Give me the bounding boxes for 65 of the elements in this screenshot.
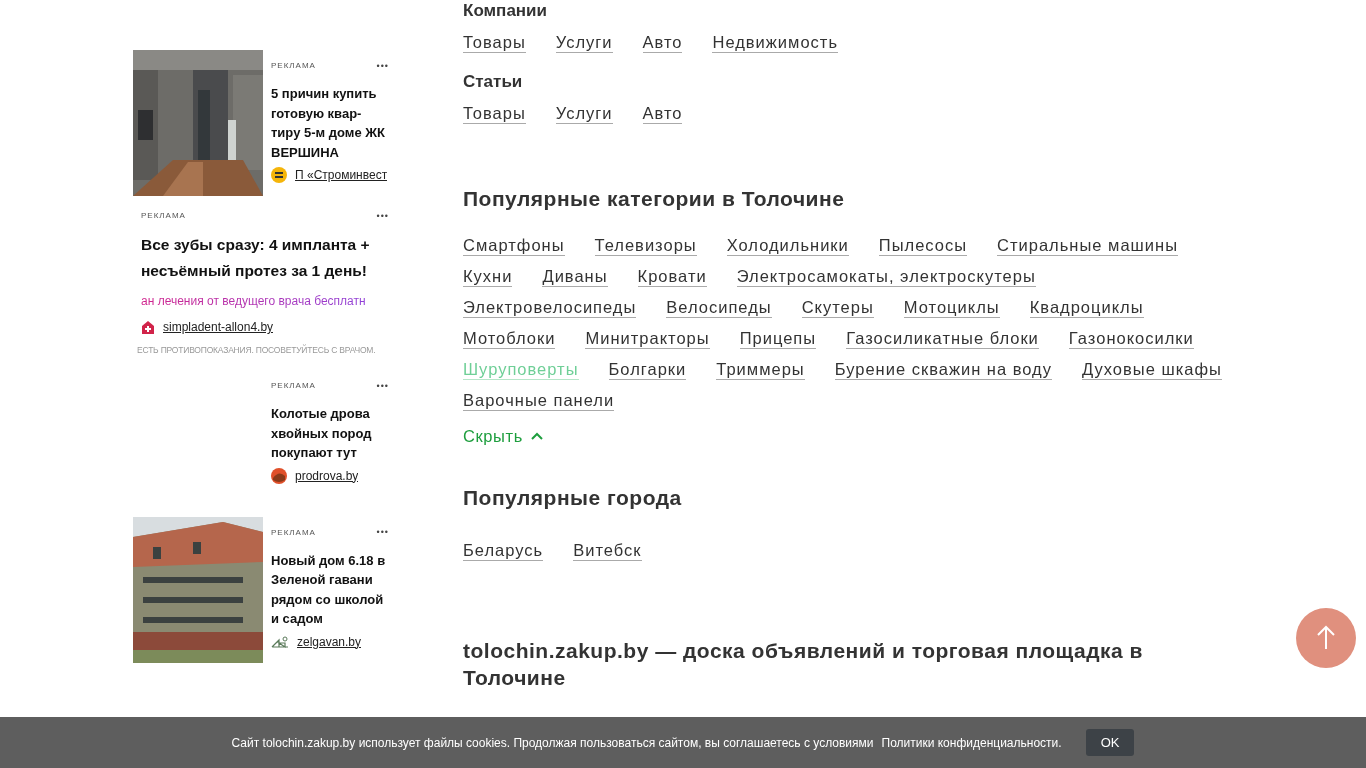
category-link[interactable]: Бурение скважин на воду — [834, 359, 1052, 381]
more-button[interactable]: ••• — [376, 211, 389, 221]
ad-title[interactable]: Новый дом 6.18 в Зеленой гавани рядом со школой и садом — [271, 550, 389, 629]
category-link[interactable]: Мотоциклы — [903, 297, 1000, 319]
category-link[interactable]: Авто — [642, 103, 683, 124]
category-link[interactable]: Кровати — [637, 266, 707, 288]
category-link[interactable]: Стиральные машины — [997, 235, 1178, 257]
category-link[interactable]: Смартфоны — [463, 235, 565, 257]
more-button[interactable]: ••• — [376, 528, 389, 537]
category-link[interactable]: Холодильники — [726, 235, 849, 257]
category-link[interactable]: Скутеры — [801, 297, 874, 319]
ad-source[interactable]: simpladent-allon4.by — [163, 318, 274, 336]
privacy-link[interactable]: Политики конфиденциальности. — [881, 733, 1062, 752]
city-link[interactable]: Беларусь — [463, 540, 544, 562]
category-link[interactable]: Духовые шкафы — [1082, 359, 1222, 381]
more-button[interactable]: ••• — [376, 61, 389, 71]
ad-source[interactable]: prodrova.by — [295, 466, 359, 485]
ad-label: РЕКЛАМА — [271, 60, 316, 72]
section-heading: Популярные города — [463, 485, 683, 511]
house-icon — [141, 319, 155, 335]
more-button[interactable]: ••• — [376, 381, 389, 391]
category-link[interactable]: Телевизоры — [594, 235, 697, 257]
section-heading: tolochin.zakup.by — доска объявлений и торговая площадка в Толочине — [463, 638, 1144, 692]
disclaimer: ЕСТЬ ПРОТИВОПОКАЗАНИЯ. ПОСОВЕТУЙТЕСЬ С ВРАЧОМ. — [137, 344, 376, 356]
category-link[interactable]: Товары — [463, 103, 526, 124]
section-heading: Популярные категории в Толочине — [463, 186, 846, 212]
category-link[interactable]: Услуги — [555, 32, 613, 53]
category-link[interactable]: Минитракторы — [585, 328, 710, 350]
chevron-icon — [530, 432, 543, 442]
category-link[interactable]: Товары — [463, 32, 526, 53]
ad-title[interactable]: 5 причин купить готовую квар-тиру 5-м доме ЖК ВЕРШИНА — [271, 84, 389, 162]
category-link[interactable]: Электросамокаты, электроскутеры — [736, 266, 1036, 288]
building-icon — [271, 634, 289, 649]
category-link[interactable]: Прицепы — [739, 328, 817, 350]
arrow-up-icon — [1316, 625, 1336, 651]
category-link[interactable]: Авто — [642, 32, 683, 53]
section-heading: Статьи — [463, 71, 524, 93]
category-link[interactable]: Диваны — [542, 266, 608, 288]
ad-title[interactable]: Колотые дрова хвойных пород покупают тут — [271, 404, 389, 463]
ad-source[interactable]: П «Строминвест — [295, 166, 388, 184]
ad-source[interactable]: zelgavan.by — [297, 632, 362, 651]
section-heading: Компании — [463, 0, 548, 22]
category-link[interactable]: Газосиликатные блоки — [846, 328, 1039, 350]
ok-button[interactable]: OK — [1085, 728, 1135, 757]
category-link[interactable]: Газонокосилки — [1068, 328, 1194, 350]
cookie-text: Сайт tolochin.zakup.by использует файлы cookies. Продолжая пользоваться сайтом, вы соглашаетесь с условиями — [231, 734, 874, 752]
category-link[interactable]: Недвижимость — [712, 32, 838, 53]
ad-label: РЕКЛАМА — [271, 526, 316, 539]
category-link[interactable]: Велосипеды — [666, 297, 772, 319]
category-link[interactable]: Мотоблоки — [463, 328, 556, 350]
ad-label: РЕКЛАМА — [141, 210, 186, 222]
city-link[interactable]: Витебск — [573, 540, 642, 562]
category-link[interactable]: Кухни — [463, 266, 513, 288]
logo-icon — [271, 467, 287, 484]
category-link[interactable]: Услуги — [555, 103, 613, 124]
category-link[interactable]: Электровелосипеды — [463, 297, 637, 319]
category-link[interactable]: Варочные панели — [463, 390, 615, 412]
scroll-top-button[interactable] — [1296, 608, 1356, 668]
category-link[interactable]: Болгарки — [608, 359, 687, 381]
category-link[interactable]: Пылесосы — [878, 235, 968, 257]
category-link[interactable]: Триммеры — [716, 359, 805, 381]
ad-title[interactable]: Все зубы сразу: 4 импланта + несъёмный протез за 1 день! — [141, 232, 389, 284]
ad-label: РЕКЛАМА — [271, 380, 316, 392]
category-link[interactable]: Квадроциклы — [1029, 297, 1144, 319]
logo-icon — [271, 167, 287, 183]
